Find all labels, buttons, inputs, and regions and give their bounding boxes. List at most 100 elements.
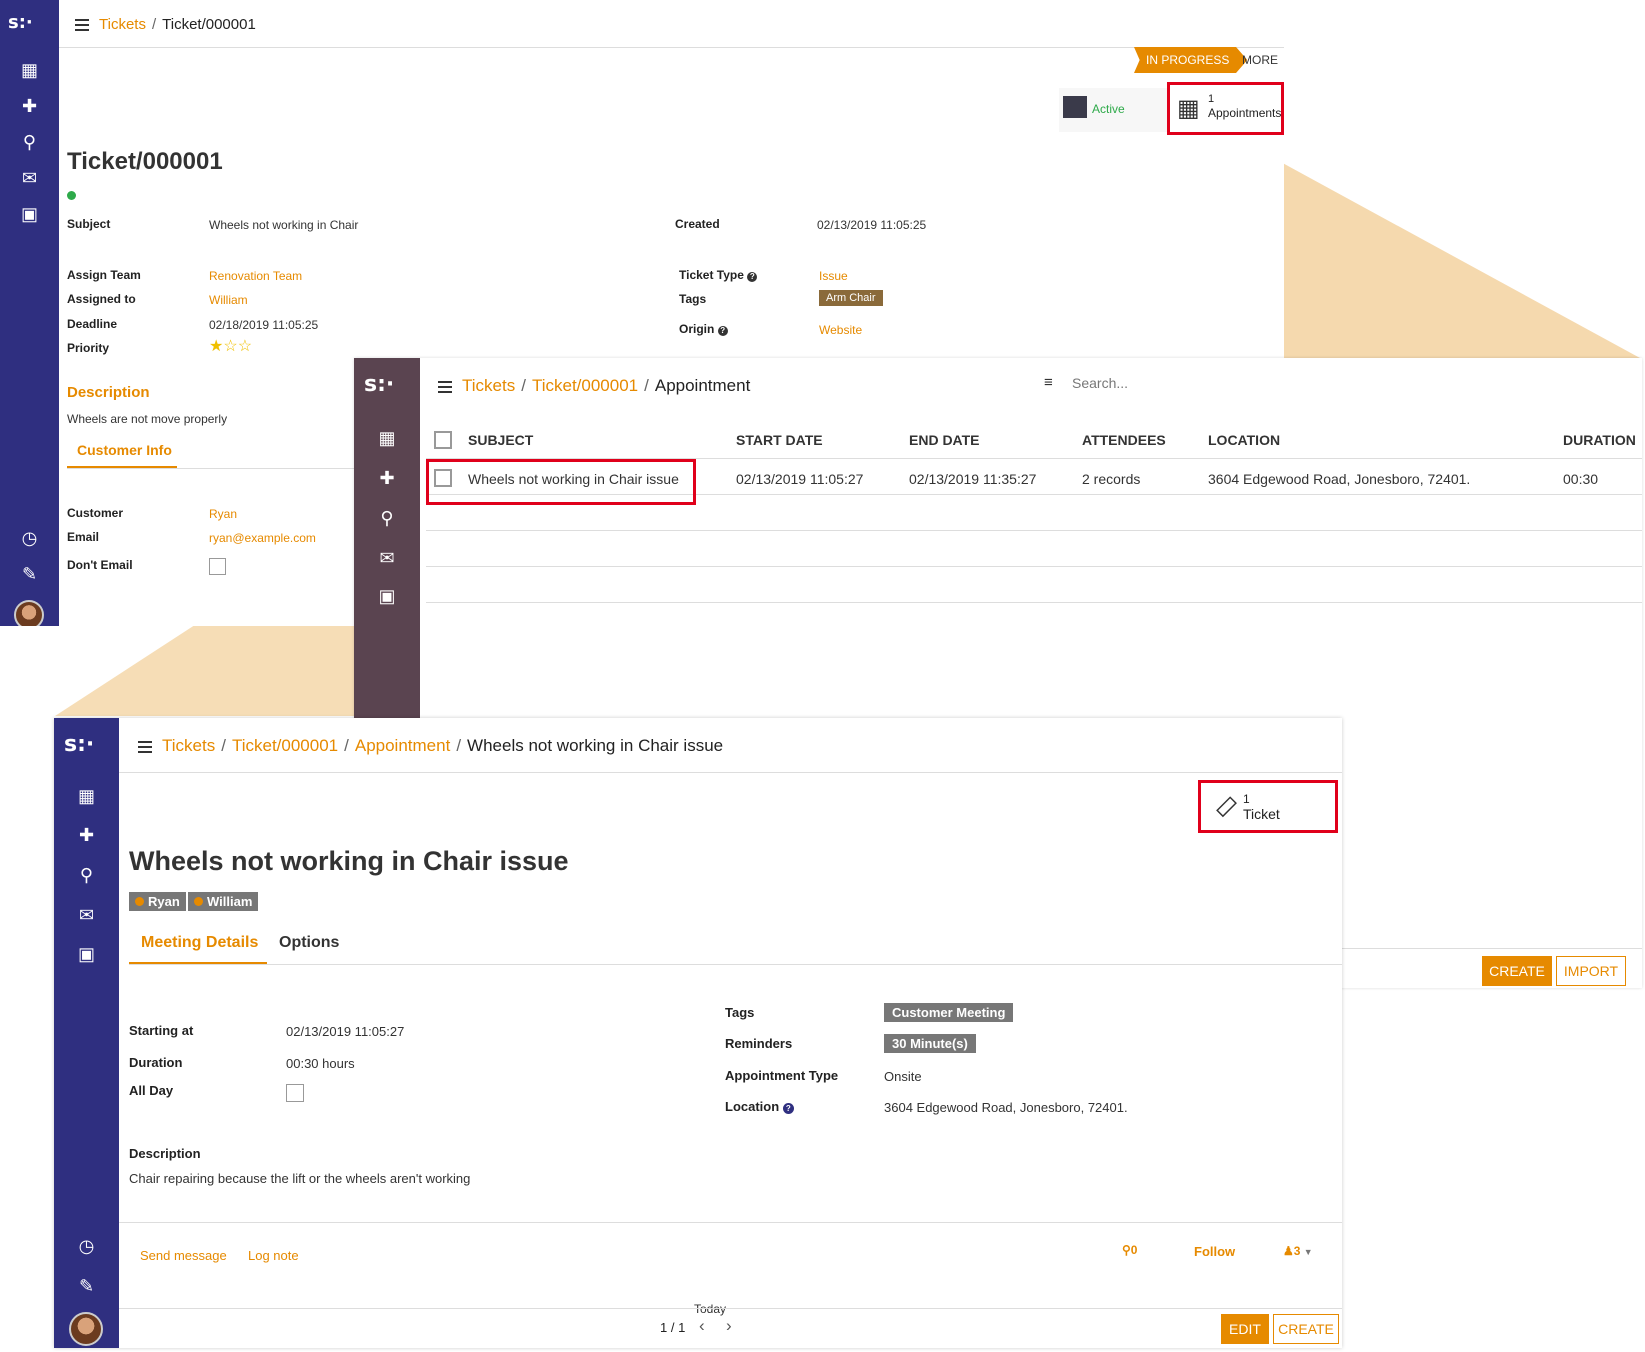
breadcrumb-ticket[interactable]: Ticket/000001: [532, 376, 638, 395]
select-all-checkbox[interactable]: [434, 431, 452, 449]
table-cell[interactable]: 2 records: [1082, 471, 1140, 487]
empty-row-divider: [426, 530, 1642, 531]
more-button[interactable]: MORE: [1242, 53, 1278, 67]
search-icon[interactable]: ⚲: [354, 508, 420, 528]
mail-icon[interactable]: ✉: [0, 168, 59, 188]
column-header[interactable]: ATTENDEES: [1082, 432, 1166, 448]
edit-button[interactable]: EDIT: [1221, 1314, 1269, 1344]
tag-arm-chair[interactable]: Arm Chair: [819, 290, 883, 306]
menu-icon[interactable]: [438, 380, 452, 393]
status-in-progress[interactable]: IN PROGRESS: [1134, 47, 1248, 73]
description-title: Description: [67, 384, 150, 401]
subject-value[interactable]: Wheels not working in Chair: [209, 218, 358, 232]
chat-icon[interactable]: ✎: [54, 1276, 119, 1296]
assign-team-value[interactable]: Renovation Team: [209, 269, 302, 283]
search-icon[interactable]: ⚲: [0, 132, 59, 152]
star-empty-icon[interactable]: ☆: [223, 338, 237, 355]
star-empty-icon[interactable]: ☆: [238, 338, 252, 355]
help-icon[interactable]: ?: [782, 1103, 794, 1114]
create-button[interactable]: CREATE: [1482, 956, 1552, 986]
follow-button[interactable]: Follow: [1194, 1244, 1235, 1259]
plus-icon[interactable]: ✚: [0, 96, 59, 116]
apps-grid-icon[interactable]: ▦: [54, 786, 119, 806]
dont-email-checkbox[interactable]: [209, 558, 226, 575]
search-input[interactable]: Search...: [1072, 375, 1128, 391]
starting-at-value[interactable]: 02/13/2019 11:05:27: [286, 1024, 404, 1039]
tab-customer-info[interactable]: Customer Info: [67, 442, 177, 468]
attachments-button[interactable]: ⚲0: [1122, 1243, 1137, 1257]
attendee-badge[interactable]: Ryan: [129, 892, 186, 911]
origin-value[interactable]: Website: [819, 323, 862, 337]
avatar[interactable]: [69, 1312, 103, 1346]
breadcrumb-tickets[interactable]: Tickets: [162, 736, 215, 755]
column-header[interactable]: START DATE: [736, 432, 823, 448]
mail-icon[interactable]: ✉: [354, 548, 420, 568]
breadcrumb-tickets[interactable]: Tickets: [462, 376, 515, 395]
help-icon[interactable]: ?: [747, 272, 758, 282]
deadline-value[interactable]: 02/18/2019 11:05:25: [209, 318, 318, 332]
plus-icon[interactable]: ✚: [54, 825, 119, 845]
column-header[interactable]: SUBJECT: [468, 432, 533, 448]
table-cell[interactable]: 3604 Edgewood Road, Jonesboro, 72401.: [1208, 471, 1470, 487]
table-cell[interactable]: 02/13/2019 11:35:27: [909, 471, 1036, 487]
paperclip-icon: ⚲: [1122, 1243, 1131, 1257]
column-header[interactable]: LOCATION: [1208, 432, 1280, 448]
clock-icon[interactable]: ◷: [54, 1236, 119, 1256]
send-message-button[interactable]: Send message: [140, 1248, 227, 1263]
pager-prev-icon[interactable]: ‹: [699, 1316, 705, 1336]
star-filled-icon[interactable]: ★: [209, 338, 223, 355]
create-button[interactable]: CREATE: [1273, 1314, 1339, 1344]
mail-icon[interactable]: ✉: [54, 905, 119, 925]
filter-icon[interactable]: ≡: [1044, 374, 1053, 391]
priority-stars[interactable]: ★☆☆: [209, 336, 252, 356]
tab-meeting-details[interactable]: Meeting Details: [129, 934, 267, 964]
location-value[interactable]: 3604 Edgewood Road, Jonesboro, 72401.: [884, 1100, 1128, 1115]
apps-grid-icon[interactable]: ▦: [0, 60, 59, 80]
caret-down-icon[interactable]: ▼: [1304, 1247, 1313, 1257]
table-cell[interactable]: 00:30: [1563, 471, 1598, 487]
menu-icon[interactable]: [138, 740, 152, 753]
tag-reminder[interactable]: 30 Minute(s): [884, 1034, 976, 1053]
breadcrumb-appointment[interactable]: Appointment: [355, 736, 450, 755]
assigned-to-value[interactable]: William: [209, 293, 248, 307]
plus-icon[interactable]: ✚: [354, 468, 420, 488]
highlight-appointment-row: [426, 459, 696, 505]
clock-icon[interactable]: ◷: [0, 528, 59, 548]
duration-value[interactable]: 00:30 hours: [286, 1056, 355, 1071]
calendar-icon[interactable]: ▣: [354, 586, 420, 606]
calendar-icon[interactable]: ▣: [54, 944, 119, 964]
avatar[interactable]: [14, 600, 44, 626]
breadcrumb-ticket[interactable]: Ticket/000001: [232, 736, 338, 755]
all-day-checkbox[interactable]: [286, 1084, 304, 1102]
chat-icon[interactable]: ✎: [0, 564, 59, 584]
breadcrumb-tickets[interactable]: Tickets: [99, 16, 146, 33]
email-value[interactable]: ryan@example.com: [209, 531, 316, 545]
appointment-form-panel: s:· ▦ ✚ ⚲ ✉ ▣ ◷ ✎ Tickets / Ticket/000001/…: [54, 718, 1342, 1348]
import-button[interactable]: IMPORT: [1556, 956, 1626, 986]
active-smart-button[interactable]: Active: [1059, 88, 1167, 132]
column-header[interactable]: DURATION: [1563, 432, 1636, 448]
log-note-button[interactable]: Log note: [248, 1248, 299, 1263]
column-header[interactable]: END DATE: [909, 432, 980, 448]
pager-next-icon[interactable]: ›: [726, 1316, 732, 1336]
pager-value[interactable]: 1 / 1: [660, 1320, 685, 1335]
dont-email-label: Don't Email: [67, 558, 133, 572]
appointment-type-value[interactable]: Onsite: [884, 1069, 922, 1084]
calendar-icon[interactable]: ▣: [0, 204, 59, 224]
search-box[interactable]: ≡ Search...: [1044, 372, 1344, 398]
help-icon[interactable]: ?: [717, 326, 728, 336]
tag-customer-meeting[interactable]: Customer Meeting: [884, 1003, 1014, 1022]
customer-value[interactable]: Ryan: [209, 507, 237, 521]
description-text[interactable]: Chair repairing because the lift or the …: [129, 1171, 470, 1186]
tab-options[interactable]: Options: [279, 934, 339, 952]
search-icon[interactable]: ⚲: [54, 865, 119, 885]
menu-icon[interactable]: [75, 19, 89, 32]
app-logo: s:·: [64, 732, 95, 757]
assigned-to-label: Assigned to: [67, 292, 136, 306]
followers-button[interactable]: ♟3 ▼: [1283, 1244, 1313, 1258]
attendee-status-icon: [135, 897, 144, 906]
ticket-type-value[interactable]: Issue: [819, 269, 848, 283]
apps-grid-icon[interactable]: ▦: [354, 428, 420, 448]
table-cell[interactable]: 02/13/2019 11:05:27: [736, 471, 863, 487]
attendee-badge[interactable]: William: [188, 892, 259, 911]
